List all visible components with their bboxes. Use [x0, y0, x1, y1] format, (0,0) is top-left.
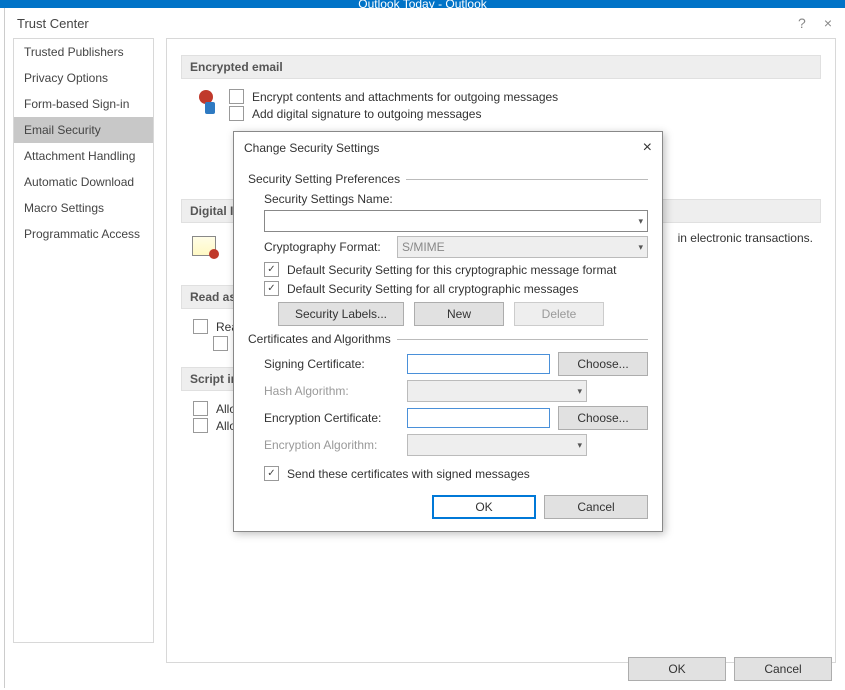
- dialog-title-text: Change Security Settings: [244, 141, 379, 155]
- label-settings-name: Security Settings Name:: [264, 192, 399, 206]
- dialog-cancel-button[interactable]: Cancel: [544, 495, 648, 519]
- checkbox-script-1[interactable]: [193, 401, 208, 416]
- label-encrypt-contents: Encrypt contents and attachments for out…: [252, 90, 558, 104]
- label-crypto-format: Cryptography Format:: [264, 240, 389, 254]
- choose-signing-button[interactable]: Choose...: [558, 352, 648, 376]
- help-icon[interactable]: ?: [798, 15, 806, 31]
- sidebar-item-macro-settings[interactable]: Macro Settings: [14, 195, 153, 221]
- label-default-all: Default Security Setting for all cryptog…: [287, 282, 578, 296]
- label-send-certs: Send these certificates with signed mess…: [287, 467, 530, 481]
- sidebar-item-automatic-download[interactable]: Automatic Download: [14, 169, 153, 195]
- checkbox-default-all[interactable]: ✓: [264, 281, 279, 296]
- new-button[interactable]: New: [414, 302, 504, 326]
- digital-id-text: in electronic transactions.: [678, 231, 813, 245]
- ok-button[interactable]: OK: [628, 657, 726, 681]
- combo-encryption-alg: ▾: [407, 434, 587, 456]
- ribbon-icon: [189, 87, 219, 117]
- close-icon[interactable]: ×: [824, 15, 832, 31]
- checkbox-script-2[interactable]: [193, 418, 208, 433]
- sidebar-item-form-signin[interactable]: Form-based Sign-in: [14, 91, 153, 117]
- checkbox-read-as-sub[interactable]: [213, 336, 228, 351]
- dialog-close-icon[interactable]: ×: [643, 139, 652, 157]
- sidebar: Trusted Publishers Privacy Options Form-…: [13, 38, 154, 643]
- group-security-preferences: Security Setting Preferences: [248, 172, 648, 186]
- change-security-settings-dialog: Change Security Settings × Security Sett…: [233, 131, 663, 532]
- checkbox-read-as[interactable]: [193, 319, 208, 334]
- sidebar-item-email-security[interactable]: Email Security: [14, 117, 153, 143]
- input-encryption-cert[interactable]: [407, 408, 550, 428]
- label-encryption-cert: Encryption Certificate:: [264, 411, 399, 425]
- app-titlebar: Outlook Today - Outlook: [0, 0, 845, 8]
- sidebar-item-privacy-options[interactable]: Privacy Options: [14, 65, 153, 91]
- group-certificates-algorithms: Certificates and Algorithms: [248, 332, 648, 346]
- combo-settings-name[interactable]: ▾: [264, 210, 648, 232]
- delete-button: Delete: [514, 302, 604, 326]
- window-titlebar: Trust Center ? ×: [5, 8, 844, 38]
- checkbox-encrypt-contents[interactable]: [229, 89, 244, 104]
- combo-hash-alg: ▾: [407, 380, 587, 402]
- security-labels-button[interactable]: Security Labels...: [278, 302, 404, 326]
- label-encryption-alg: Encryption Algorithm:: [264, 438, 399, 452]
- label-hash-alg: Hash Algorithm:: [264, 384, 399, 398]
- label-default-format: Default Security Setting for this crypto…: [287, 263, 616, 277]
- sidebar-item-attachment-handling[interactable]: Attachment Handling: [14, 143, 153, 169]
- label-signing-cert: Signing Certificate:: [264, 357, 399, 371]
- checkbox-default-format[interactable]: ✓: [264, 262, 279, 277]
- section-encrypted-email: Encrypted email: [181, 55, 821, 79]
- sidebar-item-trusted-publishers[interactable]: Trusted Publishers: [14, 39, 153, 65]
- checkbox-send-certs[interactable]: ✓: [264, 466, 279, 481]
- choose-encryption-button[interactable]: Choose...: [558, 406, 648, 430]
- dialog-ok-button[interactable]: OK: [432, 495, 536, 519]
- label-add-signature: Add digital signature to outgoing messag…: [252, 107, 481, 121]
- input-signing-cert[interactable]: [407, 354, 550, 374]
- checkbox-add-signature[interactable]: [229, 106, 244, 121]
- certificate-icon: [189, 231, 219, 261]
- combo-crypto-format: S/MIME▾: [397, 236, 648, 258]
- window-title-text: Trust Center: [17, 16, 89, 31]
- sidebar-item-programmatic-access[interactable]: Programmatic Access: [14, 221, 153, 247]
- cancel-button[interactable]: Cancel: [734, 657, 832, 681]
